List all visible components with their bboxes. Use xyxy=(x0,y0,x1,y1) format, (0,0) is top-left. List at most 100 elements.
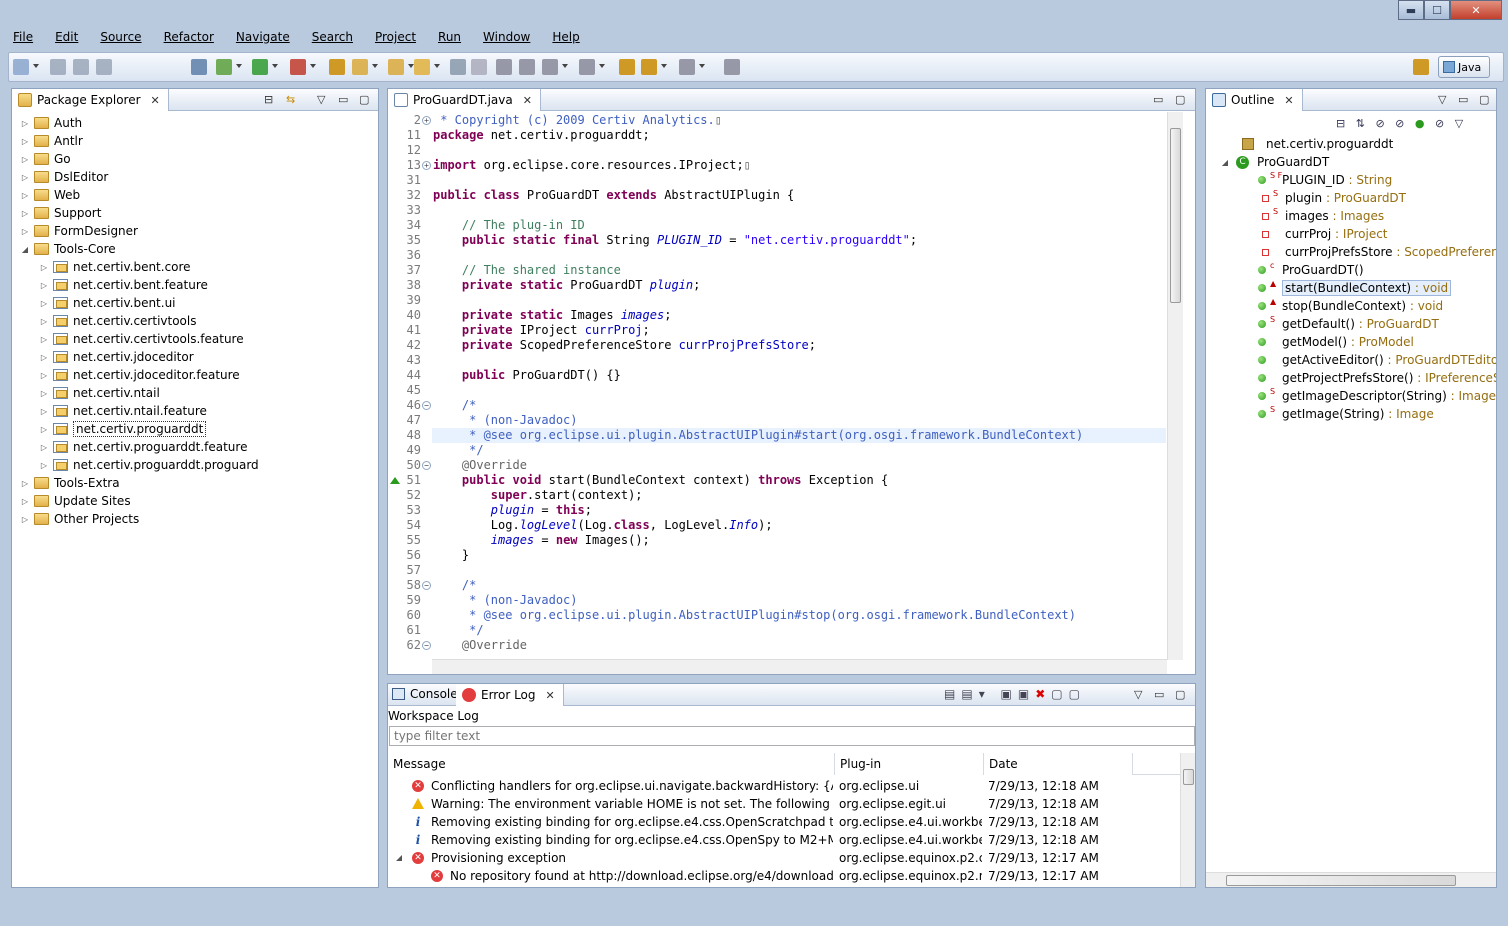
open-log-icon[interactable]: ▢ xyxy=(1051,687,1068,701)
log-vertical-scrollbar[interactable] xyxy=(1180,753,1195,887)
tree-item[interactable]: ▷ Antlr xyxy=(20,132,83,150)
tree-item[interactable]: ▷ net.certiv.proguarddt.proguard xyxy=(39,456,259,474)
column-date[interactable]: Date xyxy=(984,753,1133,775)
code-editor[interactable]: 2 + * Copyright (c) 2009 Certiv Analytics… xyxy=(388,112,1166,661)
column-plugin[interactable]: Plug-in xyxy=(835,753,984,775)
menu-search[interactable]: Search xyxy=(312,30,353,48)
outline-item[interactable]: SgetImageDescriptor(String) : ImageDescr… xyxy=(1258,387,1496,405)
prev-annotation-icon[interactable] xyxy=(579,59,595,75)
tree-item[interactable]: ▷ Support xyxy=(20,204,102,222)
tab-package-explorer[interactable]: Package Explorer ✕ xyxy=(12,89,169,111)
hide-local-types-icon[interactable]: ⊘ xyxy=(1435,117,1444,130)
menu-navigate[interactable]: Navigate xyxy=(236,30,290,48)
expand-icon[interactable]: ▷ xyxy=(39,263,49,272)
dropdown-arrow-icon[interactable] xyxy=(434,64,440,68)
new-java-project-icon[interactable] xyxy=(329,59,345,75)
hide-static-icon[interactable]: ⊘ xyxy=(1395,117,1404,130)
log-row[interactable]: Warning: The environment variable HOME i… xyxy=(388,795,1180,813)
dropdown-icon[interactable]: ▾ xyxy=(979,687,991,701)
expand-icon[interactable]: ▷ xyxy=(20,515,30,524)
annotation-icon[interactable] xyxy=(450,59,466,75)
maximize-icon[interactable]: ▢ xyxy=(1479,93,1489,106)
expand-icon[interactable]: ▷ xyxy=(39,425,49,434)
menu-window[interactable]: Window xyxy=(483,30,530,48)
expand-icon[interactable]: ▷ xyxy=(20,209,30,218)
collapse-fold-icon[interactable]: − xyxy=(422,461,431,470)
dropdown-arrow-icon[interactable] xyxy=(272,64,278,68)
collapse-all-icon[interactable]: ⊟ xyxy=(1336,117,1345,130)
tree-item[interactable]: ▷ net.certiv.proguarddt.feature xyxy=(39,438,248,456)
outline-item[interactable]: getActiveEditor() : ProGuardDTEditor xyxy=(1258,351,1496,369)
outline-item[interactable]: ▲ stop(BundleContext) : void xyxy=(1258,297,1443,315)
dropdown-arrow-icon[interactable] xyxy=(661,64,667,68)
collapse-fold-icon[interactable]: − xyxy=(422,581,431,590)
close-icon[interactable]: ✕ xyxy=(1284,94,1293,107)
search-icon[interactable] xyxy=(414,59,430,75)
expand-icon[interactable]: ◢ xyxy=(20,245,30,254)
expand-fold-icon[interactable]: + xyxy=(422,161,431,170)
tree-item[interactable]: ▷ net.certiv.bent.ui xyxy=(39,294,176,312)
tab-proguarddt-java[interactable]: ProGuardDT.java ✕ xyxy=(388,89,541,111)
tab-outline[interactable]: Outline ✕ xyxy=(1206,89,1303,111)
outline-item[interactable]: net.certiv.proguarddt xyxy=(1236,135,1393,153)
tree-item[interactable]: ▷ DslEditor xyxy=(20,168,108,186)
new-icon[interactable] xyxy=(13,59,29,75)
menu-edit[interactable]: Edit xyxy=(55,30,78,48)
back-icon[interactable] xyxy=(641,59,657,75)
close-icon[interactable]: ✕ xyxy=(546,689,555,702)
tab-console[interactable]: Console xyxy=(392,687,458,701)
expand-fold-icon[interactable]: + xyxy=(422,116,431,125)
minimize-icon[interactable]: ▭ xyxy=(1154,688,1164,701)
expand-icon[interactable]: ◢ xyxy=(396,853,402,862)
link-with-editor-icon[interactable]: ⇆ xyxy=(286,93,295,106)
tab-error-log[interactable]: Error Log ✕ xyxy=(456,684,564,706)
expand-icon[interactable]: ▷ xyxy=(39,443,49,452)
dropdown-arrow-icon[interactable] xyxy=(310,64,316,68)
debug-icon[interactable] xyxy=(216,59,232,75)
save-icon[interactable] xyxy=(50,59,66,75)
maximize-icon[interactable]: ▢ xyxy=(359,93,369,106)
tree-item[interactable]: ▷ net.certiv.bent.core xyxy=(39,258,191,276)
view-menu-icon[interactable]: ▽ xyxy=(1134,688,1142,701)
dropdown-arrow-icon[interactable] xyxy=(562,64,568,68)
tree-item[interactable]: ◢ Tools-Core xyxy=(20,240,116,258)
external-tools-icon[interactable] xyxy=(290,59,306,75)
log-row[interactable]: ✕ No repository found at http://download.… xyxy=(388,867,1180,885)
skip-breakpoints-icon[interactable] xyxy=(191,59,207,75)
outline-item[interactable]: ◢ C ProGuardDT xyxy=(1220,153,1329,171)
view-menu-icon[interactable]: ▽ xyxy=(1455,117,1463,130)
minimize-icon[interactable]: ▭ xyxy=(1458,93,1468,106)
outline-item[interactable]: Splugin : ProGuardDT xyxy=(1258,189,1406,207)
menu-refactor[interactable]: Refactor xyxy=(164,30,214,48)
tree-item[interactable]: ▷ net.certiv.jdoceditor xyxy=(39,348,194,366)
delete-log-icon[interactable]: ▣ xyxy=(1018,687,1035,701)
pin-editor-icon[interactable] xyxy=(724,59,740,75)
expand-icon[interactable]: ▷ xyxy=(20,173,30,182)
dropdown-arrow-icon[interactable] xyxy=(699,64,705,68)
menu-run[interactable]: Run xyxy=(438,30,461,48)
tree-item[interactable]: ▷ net.certiv.ntail.feature xyxy=(39,402,207,420)
expand-icon[interactable]: ▷ xyxy=(39,317,49,326)
tree-item[interactable]: ▷ Web xyxy=(20,186,80,204)
expand-icon[interactable]: ◢ xyxy=(1220,158,1230,167)
tree-item[interactable]: ▷ net.certiv.bent.feature xyxy=(39,276,208,294)
expand-icon[interactable]: ▷ xyxy=(20,191,30,200)
tree-item[interactable]: ▷ net.certiv.certivtools xyxy=(39,312,197,330)
open-perspective-icon[interactable] xyxy=(1413,59,1429,75)
close-icon[interactable]: ✕ xyxy=(523,94,532,107)
maximize-window-button[interactable]: ☐ xyxy=(1424,0,1450,20)
expand-icon[interactable]: ▷ xyxy=(39,389,49,398)
tree-item[interactable]: ▷ Go xyxy=(20,150,71,168)
next-annotation-icon[interactable] xyxy=(542,59,558,75)
collapse-all-icon[interactable]: ⊟ xyxy=(264,93,273,106)
expand-icon[interactable]: ▷ xyxy=(39,353,49,362)
hide-nonpublic-icon[interactable]: ● xyxy=(1415,117,1425,130)
save-all-icon[interactable] xyxy=(73,59,89,75)
sort-icon[interactable]: ⇅ xyxy=(1356,117,1365,130)
tree-item[interactable]: ▷ Other Projects xyxy=(20,510,139,528)
collapse-fold-icon[interactable]: − xyxy=(422,641,431,650)
expand-icon[interactable]: ▷ xyxy=(20,479,30,488)
outline-item[interactable]: getModel() : ProModel xyxy=(1258,333,1414,351)
tree-item[interactable]: ▷ FormDesigner xyxy=(20,222,138,240)
expand-icon[interactable]: ▷ xyxy=(39,281,49,290)
